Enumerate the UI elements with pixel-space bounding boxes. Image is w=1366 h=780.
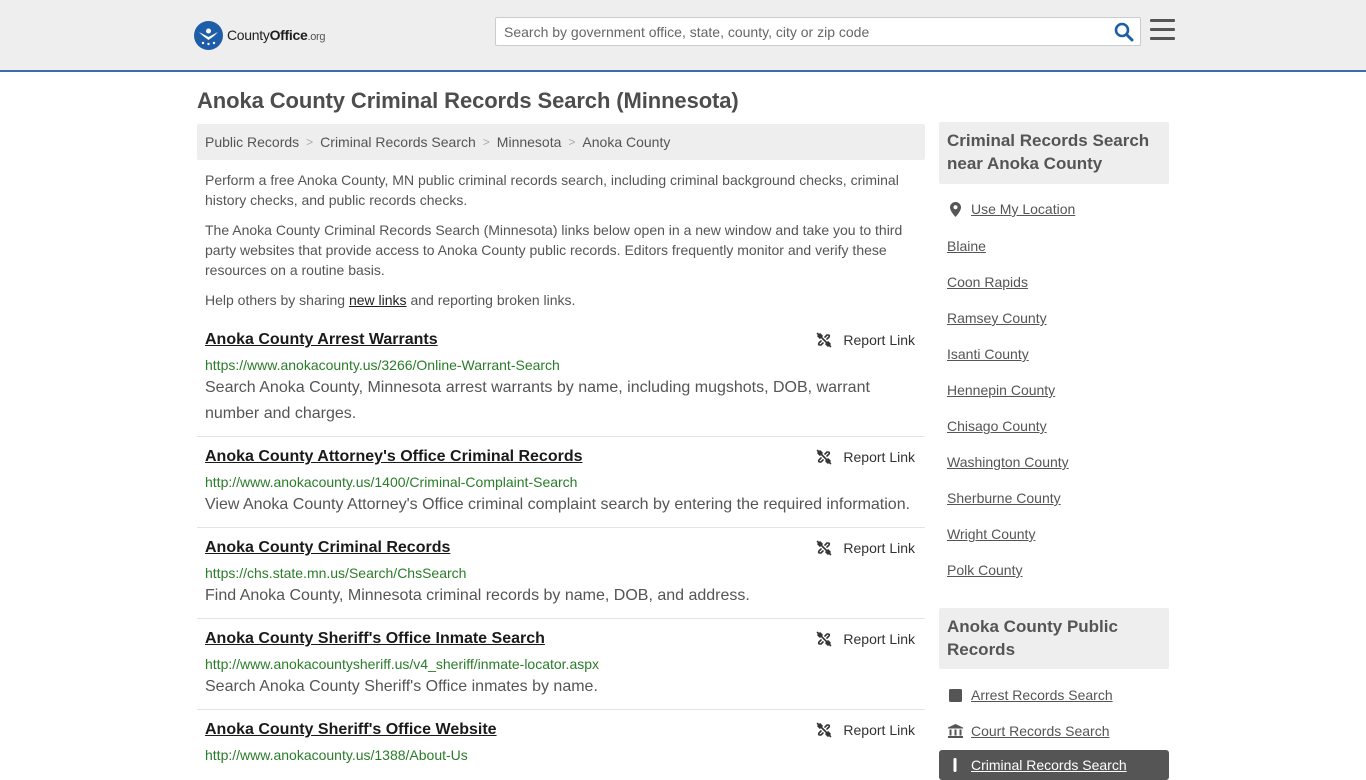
search-icon[interactable]	[1114, 22, 1134, 42]
logo-county: County	[227, 27, 270, 43]
report-link-label: Report Link	[843, 540, 915, 556]
result-title-link[interactable]: Anoka County Attorney's Office Criminal …	[205, 448, 583, 466]
breadcrumb-minnesota[interactable]: Minnesota	[497, 134, 562, 150]
broken-link-icon	[817, 631, 832, 647]
arrest-records-search-link[interactable]: Arrest Records Search	[947, 687, 1113, 703]
top-header: CountyOffice.org	[0, 0, 1366, 72]
breadcrumb-separator: >	[306, 135, 314, 149]
hamburger-menu-icon[interactable]	[1150, 19, 1175, 41]
result-url: http://www.anokacountysheriff.us/v4_sher…	[205, 656, 600, 672]
logo-eagle-icon	[194, 20, 223, 50]
broken-link-icon	[817, 540, 832, 556]
search-input[interactable]	[496, 18, 1096, 45]
result-title-link[interactable]: Anoka County Arrest Warrants	[205, 331, 438, 349]
nearby-link-hennepin-county[interactable]: Hennepin County	[947, 382, 1055, 398]
result-item: Anoka County Attorney's Office Criminal …	[197, 439, 925, 528]
menu-bar	[1150, 19, 1175, 22]
report-link-label: Report Link	[843, 332, 915, 348]
criminal-records-icon	[947, 758, 963, 772]
map-marker-icon	[947, 201, 963, 217]
courthouse-icon	[947, 724, 963, 738]
report-link-button[interactable]: Report Link	[816, 332, 915, 348]
report-link-button[interactable]: Report Link	[816, 449, 915, 465]
page-title: Anoka County Criminal Records Search (Mi…	[197, 88, 739, 113]
breadcrumb-separator: >	[482, 135, 490, 149]
result-item: Anoka County Criminal Records Report Lin…	[197, 530, 925, 619]
menu-bar	[1150, 37, 1175, 40]
broken-link-icon	[817, 722, 832, 738]
square-icon	[947, 688, 963, 702]
result-item: Anoka County Sheriff's Office Website Re…	[197, 712, 925, 768]
result-item: Anoka County Arrest Warrants Report Link…	[197, 322, 925, 437]
result-description: Search Anoka County Sheriff's Office inm…	[205, 678, 598, 695]
result-title-link[interactable]: Anoka County Sheriff's Office Website	[205, 721, 497, 739]
report-link-label: Report Link	[843, 449, 915, 465]
broken-link-icon	[817, 332, 832, 348]
nearby-link-wright-county[interactable]: Wright County	[947, 526, 1035, 542]
nearby-link-ramsey-county[interactable]: Ramsey County	[947, 310, 1047, 326]
court-records-search-link[interactable]: Court Records Search	[947, 723, 1110, 739]
breadcrumb-anoka-county[interactable]: Anoka County	[582, 134, 670, 150]
report-link-button[interactable]: Report Link	[816, 540, 915, 556]
nearby-link-blaine[interactable]: Blaine	[947, 238, 986, 254]
breadcrumb: Public Records > Criminal Records Search…	[197, 124, 925, 160]
nearby-link-chisago-county[interactable]: Chisago County	[947, 418, 1047, 434]
intro-p3-before: Help others by sharing	[205, 292, 349, 308]
nearby-link-washington-county[interactable]: Washington County	[947, 454, 1069, 470]
result-description: Search Anoka County, Minnesota arrest wa…	[205, 379, 870, 422]
intro-p3-after: and reporting broken links.	[406, 292, 576, 308]
court-records-search-label: Court Records Search	[971, 723, 1110, 739]
use-my-location-label: Use My Location	[971, 201, 1076, 217]
logo-org: .org	[307, 31, 326, 43]
search-box	[495, 17, 1141, 46]
nearby-link-sherburne-county[interactable]: Sherburne County	[947, 490, 1061, 506]
use-my-location-link[interactable]: Use My Location	[947, 201, 1075, 217]
result-description: View Anoka County Attorney's Office crim…	[205, 496, 911, 513]
logo-office: Office	[269, 27, 308, 43]
report-link-label: Report Link	[843, 722, 915, 738]
new-links-link[interactable]: new links	[349, 292, 407, 308]
result-url: https://www.anokacounty.us/3266/Online-W…	[205, 357, 560, 373]
breadcrumb-criminal-records-search[interactable]: Criminal Records Search	[320, 134, 476, 150]
nearby-link-isanti-county[interactable]: Isanti County	[947, 346, 1029, 362]
intro-paragraph-3: Help others by sharing new links and rep…	[205, 290, 917, 310]
arrest-records-search-label: Arrest Records Search	[971, 687, 1113, 703]
result-item: Anoka County Sheriff's Office Inmate Sea…	[197, 621, 925, 710]
result-url: http://www.anokacounty.us/1388/About-Us	[205, 747, 468, 763]
report-link-button[interactable]: Report Link	[816, 631, 915, 647]
nearby-link-coon-rapids[interactable]: Coon Rapids	[947, 274, 1028, 290]
breadcrumb-public-records[interactable]: Public Records	[205, 134, 299, 150]
breadcrumb-separator: >	[568, 135, 576, 149]
menu-bar	[1150, 28, 1175, 31]
site-logo[interactable]: CountyOffice.org	[194, 20, 326, 50]
criminal-records-search-active-link[interactable]: Criminal Records Search	[939, 750, 1169, 780]
nearby-heading: Criminal Records Search near Anoka Count…	[939, 122, 1169, 184]
criminal-records-search-label: Criminal Records Search	[971, 757, 1127, 773]
result-url: http://www.anokacounty.us/1400/Criminal-…	[205, 474, 578, 490]
nearby-link-polk-county[interactable]: Polk County	[947, 562, 1022, 578]
intro-paragraph-1: Perform a free Anoka County, MN public c…	[205, 172, 899, 208]
result-title-link[interactable]: Anoka County Sheriff's Office Inmate Sea…	[205, 630, 545, 648]
result-url: https://chs.state.mn.us/Search/ChsSearch	[205, 565, 467, 581]
result-description: Find Anoka County, Minnesota criminal re…	[205, 587, 750, 604]
broken-link-icon	[817, 449, 832, 465]
result-title-link[interactable]: Anoka County Criminal Records	[205, 539, 450, 557]
public-records-heading: Anoka County Public Records	[939, 608, 1169, 669]
report-link-button[interactable]: Report Link	[816, 722, 915, 738]
intro-paragraph-2: The Anoka County Criminal Records Search…	[205, 222, 903, 278]
report-link-label: Report Link	[843, 631, 915, 647]
logo-text: CountyOffice.org	[227, 27, 326, 43]
